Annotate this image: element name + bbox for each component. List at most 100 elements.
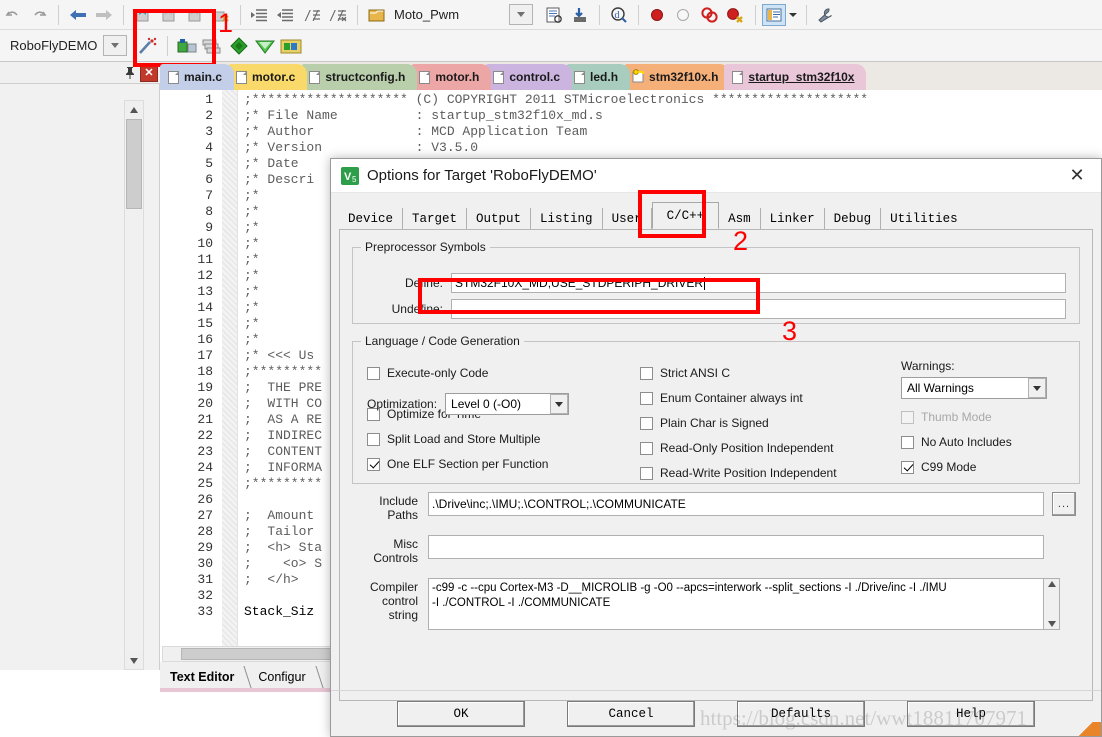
checkbox-icon[interactable]	[640, 466, 653, 480]
pin-icon[interactable]	[120, 64, 140, 82]
breakpoint-toggle-icon[interactable]	[697, 3, 723, 27]
optimization-select[interactable]: Level 0 (-O0)	[445, 393, 570, 415]
checkbox-icon[interactable]	[367, 432, 380, 446]
editor-tab-led-h[interactable]: led.h	[566, 64, 631, 90]
dialog-cancel-button[interactable]: Cancel	[567, 700, 695, 727]
build-log-icon[interactable]	[541, 3, 567, 27]
checkbox-icon[interactable]	[640, 366, 653, 380]
dialog-defaults-button[interactable]: Defaults	[737, 700, 865, 727]
misc-controls-input[interactable]	[428, 535, 1044, 559]
close-icon[interactable]: ✕	[1057, 161, 1097, 191]
breakpoint-disabled-icon[interactable]	[671, 3, 697, 27]
dialog-ok-button[interactable]: OK	[397, 700, 525, 727]
include-paths-input[interactable]: .\Drive\inc;.\IMU;.\CONTROL;.\COMMUNICAT…	[428, 492, 1044, 516]
close-icon[interactable]: ✕	[140, 63, 158, 82]
rebuild-all-icon[interactable]	[200, 34, 226, 58]
editor-tab-main-c[interactable]: main.c	[160, 64, 235, 90]
dialog-tab-c-c--[interactable]: C/C++	[651, 202, 720, 229]
editor-tab-strip[interactable]: main.c motor.c structconfig.h motor.h contro…	[160, 62, 1102, 90]
target-combo-dropdown[interactable]	[509, 4, 534, 25]
dialog-tab-debug[interactable]: Debug	[825, 208, 882, 230]
undo-icon[interactable]	[0, 3, 26, 27]
compiler-control-string[interactable]: -c99 -c --cpu Cortex-M3 -D__MICROLIB -g …	[428, 578, 1044, 630]
build-target-icon[interactable]	[174, 34, 200, 58]
bookmark-prev-icon[interactable]	[156, 3, 182, 27]
indent-icon[interactable]	[247, 3, 273, 27]
configure-icon[interactable]	[813, 3, 839, 27]
lang-check-read-write-position-independent[interactable]: Read-Write Position Independent	[640, 466, 837, 480]
manage-project-icon[interactable]	[278, 34, 304, 58]
project-window-dropdown-icon[interactable]	[786, 3, 800, 27]
bookmark-clear-icon[interactable]	[208, 3, 234, 27]
dialog-tab-output[interactable]: Output	[467, 208, 532, 230]
breakpoint-kill-icon[interactable]	[723, 3, 749, 27]
uncomment-icon[interactable]: //	[325, 3, 351, 27]
editor-tab-control-c[interactable]: control.c	[485, 64, 573, 90]
chevron-down-icon[interactable]	[1028, 378, 1046, 398]
bottom-tab-text-editor[interactable]: Text Editor	[160, 666, 252, 688]
find-in-files-icon[interactable]: d	[606, 3, 632, 27]
open-folder-icon[interactable]	[364, 3, 390, 27]
scroll-down-button[interactable]	[125, 652, 143, 669]
batch-build-icon[interactable]	[226, 34, 252, 58]
include-paths-browse-button[interactable]: ...	[1052, 492, 1076, 516]
bottom-tab-configur[interactable]: Configur	[248, 666, 324, 688]
dialog-tab-listing[interactable]: Listing	[531, 208, 603, 230]
project-window-icon[interactable]	[762, 3, 787, 26]
dialog-tab-user[interactable]: User	[603, 208, 652, 230]
lang-check-split-load-and-store-multiple[interactable]: Split Load and Store Multiple	[367, 432, 548, 446]
dialog-tab-device[interactable]: Device	[339, 208, 404, 230]
checkbox-icon[interactable]	[367, 457, 380, 471]
lang-check-one-elf-section-per-function[interactable]: One ELF Section per Function	[367, 457, 548, 471]
dialog-tab-bar[interactable]: Device Target Output Listing User C/C++ Asm Lin…	[331, 202, 1101, 230]
redo-icon[interactable]	[26, 3, 52, 27]
checkbox-icon[interactable]	[367, 366, 380, 380]
options-dialog[interactable]: V5 Options for Target 'RoboFlyDEMO' ✕ De…	[330, 158, 1102, 737]
lang-check-plain-char-is-signed[interactable]: Plain Char is Signed	[640, 416, 837, 430]
dialog-tab-linker[interactable]: Linker	[761, 208, 825, 230]
back-arrow-icon[interactable]	[65, 3, 91, 27]
editor-tab-structconfig-h[interactable]: structconfig.h	[301, 64, 418, 90]
compiler-string-scrollbar[interactable]	[1043, 578, 1060, 630]
checkbox-icon[interactable]	[901, 460, 914, 474]
download-icon[interactable]	[567, 3, 593, 27]
dialog-tab-target[interactable]: Target	[403, 208, 468, 230]
checkbox-icon[interactable]	[640, 391, 653, 405]
lang-check-strict-ansi-c[interactable]: Strict ANSI C	[640, 366, 837, 380]
line-number: 18	[197, 364, 213, 379]
lang-check-no-auto-includes[interactable]: No Auto Includes	[901, 435, 1047, 449]
resize-grip[interactable]	[1075, 722, 1101, 736]
scroll-thumb[interactable]	[126, 119, 142, 209]
lang-check-read-only-position-independent[interactable]: Read-Only Position Independent	[640, 441, 837, 455]
lang-check-execute-only-code[interactable]: Execute-only Code	[367, 366, 548, 380]
editor-tab-motor-h[interactable]: motor.h	[411, 64, 492, 90]
outdent-icon[interactable]	[273, 3, 299, 27]
checkbox-icon[interactable]	[640, 441, 653, 455]
scroll-up-button[interactable]	[125, 101, 143, 118]
dialog-tab-asm[interactable]: Asm	[719, 208, 761, 230]
warnings-select[interactable]: All Warnings	[901, 377, 1047, 399]
dialog-button-row[interactable]: OK Cancel Defaults Help	[331, 690, 1101, 736]
lang-check-c99-mode[interactable]: C99 Mode	[901, 460, 1047, 474]
checkbox-icon[interactable]	[640, 416, 653, 430]
comment-icon[interactable]: //	[299, 3, 325, 27]
editor-tab-motor-c[interactable]: motor.c	[228, 64, 308, 90]
dialog-tab-utilities[interactable]: Utilities	[881, 208, 967, 230]
forward-arrow-icon[interactable]	[91, 3, 117, 27]
lang-check-enum-container-always-int[interactable]: Enum Container always int	[640, 391, 837, 405]
chevron-down-icon[interactable]	[550, 394, 569, 414]
line-number: 32	[197, 588, 213, 603]
bookmark-toggle-icon[interactable]	[130, 3, 156, 27]
dialog-help-button[interactable]: Help	[907, 700, 1035, 727]
project-panel-scrollbar[interactable]	[124, 100, 144, 670]
editor-tab-startup-stm32f10x[interactable]: startup_stm32f10x	[724, 64, 867, 90]
define-input[interactable]: STM32F10X_MD,USE_STDPERIPH_DRIVER	[451, 273, 1066, 293]
translate-icon[interactable]	[252, 34, 278, 58]
magic-wand-icon[interactable]	[135, 34, 161, 58]
checkbox-icon[interactable]	[901, 435, 914, 449]
bookmark-next-icon[interactable]	[182, 3, 208, 27]
editor-tab-stm32f10x-h[interactable]: stm32f10x.h	[624, 64, 731, 90]
breakpoint-icon[interactable]	[645, 3, 671, 27]
undefine-input[interactable]	[451, 299, 1066, 319]
target-select-dropdown[interactable]	[103, 35, 128, 56]
